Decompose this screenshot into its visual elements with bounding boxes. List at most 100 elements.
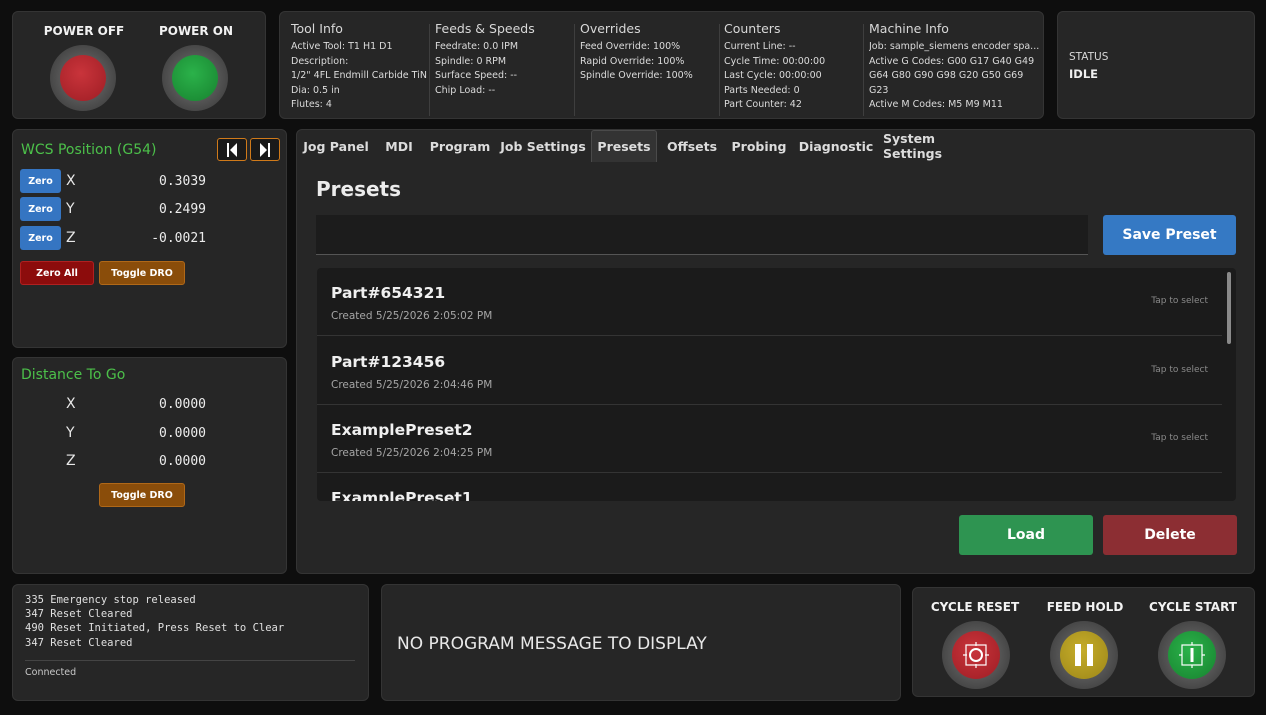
counters-heading: Counters: [724, 21, 781, 36]
machine-info-line: G23: [869, 84, 889, 96]
feeds-line: Feedrate: 0.0 IPM: [435, 41, 519, 52]
dtg-value-z: 0.0000: [159, 454, 206, 469]
cycle-start-label: CYCLE START: [1149, 600, 1237, 614]
tab-probing[interactable]: Probing: [729, 130, 789, 162]
machine-info-line: G64 G80 G90 G98 G20 G50 G69: [869, 70, 1024, 81]
tap-hint: Tap to select: [1151, 296, 1208, 306]
feeds-line: Spindle: 0 RPM: [435, 55, 507, 67]
wcs-panel: WCS Position (G54) Zero X 0.3039 Zero Y …: [12, 129, 287, 348]
wcs-axis-x: X: [66, 173, 76, 189]
overrides: Overrides Feed Override: 100% Rapid Over…: [580, 21, 718, 84]
program-message: NO PROGRAM MESSAGE TO DISPLAY: [397, 634, 707, 654]
divider: [25, 660, 355, 661]
power-panel: POWER OFF POWER ON: [12, 11, 266, 119]
feed-hold-button[interactable]: [1050, 621, 1118, 689]
pause-icon: [1075, 644, 1093, 666]
overrides-heading: Overrides: [580, 21, 641, 36]
tab-system-settings[interactable]: System Settings: [883, 130, 987, 162]
feeds-line: Surface Speed: --: [435, 70, 518, 81]
tab-presets[interactable]: Presets: [591, 130, 657, 162]
counters-line: Last Cycle: 00:00:00: [724, 70, 822, 81]
tool-info-heading: Tool Info: [291, 21, 343, 36]
log-line: 335 Emergency stop released: [25, 594, 196, 606]
list-item[interactable]: Part#123456 Created 5/25/2026 2:04:46 PM…: [317, 337, 1222, 405]
tab-bar: Jog Panel MDI Program Job Settings Prese…: [297, 130, 1254, 162]
preset-name-input[interactable]: [316, 215, 1088, 255]
power-off-button[interactable]: [50, 45, 116, 111]
dtg-axis-x: X: [66, 396, 76, 412]
counters-line: Part Counter: 42: [724, 99, 802, 110]
dtg-value-x: 0.0000: [159, 397, 206, 412]
load-button[interactable]: Load: [959, 515, 1093, 555]
log-line: 347 Reset Cleared: [25, 636, 133, 649]
log-lines: 335 Emergency stop released 347 Reset Cl…: [25, 593, 284, 650]
toggle-dro-button[interactable]: Toggle DRO: [99, 483, 185, 507]
info-panel: Tool Info Active Tool: T1 H1 D1 Descript…: [279, 11, 1044, 119]
tab-offsets[interactable]: Offsets: [663, 130, 721, 162]
power-on-button[interactable]: [162, 45, 228, 111]
divider: [719, 24, 720, 116]
start-icon: [1179, 642, 1205, 668]
overrides-line: Feed Override: 100%: [580, 41, 681, 52]
preset-created: Created 5/25/2026 2:05:02 PM: [331, 310, 493, 322]
preset-name: ExamplePreset2: [331, 421, 473, 439]
distance-to-go-panel: Distance To Go X 0.0000 Y 0.0000 Z 0.000…: [12, 357, 287, 574]
log-line: 490 Reset Initiated, Press Reset to Clea…: [25, 622, 285, 635]
machine-info-line: Active M Codes: M5 M9 M11: [869, 99, 1003, 110]
machine-info: Machine Info Job: sample_siemens encoder…: [869, 21, 1041, 113]
zero-all-button[interactable]: Zero All: [20, 261, 94, 285]
wcs-prev-button[interactable]: [217, 138, 247, 161]
wcs-title: WCS Position (G54): [21, 142, 157, 158]
tap-hint: Tap to select: [1151, 365, 1208, 375]
chevron-right-icon: [260, 142, 270, 157]
counters-line: Cycle Time: 00:00:00: [724, 55, 826, 67]
reset-icon: [963, 642, 989, 668]
status-label: STATUS: [1069, 51, 1109, 63]
delete-button[interactable]: Delete: [1103, 515, 1237, 555]
tab-jog-panel[interactable]: Jog Panel: [301, 130, 371, 162]
list-item[interactable]: ExamplePreset1: [317, 473, 1222, 501]
tool-info-line: Description:: [291, 55, 349, 67]
counters-line: Parts Needed: 0: [724, 84, 800, 96]
tab-diagnostic[interactable]: Diagnostic: [799, 130, 874, 162]
cycle-reset-button[interactable]: [942, 621, 1010, 689]
dtg-axis-z: Z: [66, 453, 76, 469]
wcs-axis-y: Y: [66, 201, 75, 217]
preset-name: Part#123456: [331, 353, 446, 371]
list-item[interactable]: Part#654321 Created 5/25/2026 2:05:02 PM…: [317, 268, 1222, 336]
zero-x-button[interactable]: Zero: [20, 169, 61, 193]
preset-name: ExamplePreset1: [331, 489, 473, 501]
counters: Counters Current Line: -- Cycle Time: 00…: [724, 21, 862, 113]
tab-program[interactable]: Program: [427, 130, 493, 162]
save-preset-button[interactable]: Save Preset: [1103, 215, 1236, 255]
tool-info-line: Dia: 0.5 in: [291, 84, 340, 96]
wcs-axis-z: Z: [66, 230, 76, 246]
main-panel: Jog Panel MDI Program Job Settings Prese…: [296, 129, 1255, 574]
zero-z-button[interactable]: Zero: [20, 226, 61, 250]
zero-y-button[interactable]: Zero: [20, 197, 61, 221]
feeds-heading: Feeds & Speeds: [435, 21, 535, 36]
divider: [863, 24, 864, 116]
status-value: IDLE: [1069, 67, 1099, 81]
tap-hint: Tap to select: [1151, 433, 1208, 443]
distance-to-go-title: Distance To Go: [21, 367, 126, 383]
wcs-value-y: 0.2499: [159, 202, 206, 217]
feeds-speeds: Feeds & Speeds Feedrate: 0.0 IPM Spindle…: [435, 21, 573, 98]
preset-list[interactable]: Part#654321 Created 5/25/2026 2:05:02 PM…: [317, 268, 1236, 501]
tool-info-line: Flutes: 4: [291, 99, 332, 110]
feed-hold-label: FEED HOLD: [1046, 600, 1124, 614]
tab-mdi[interactable]: MDI: [377, 130, 421, 162]
list-item[interactable]: ExamplePreset2 Created 5/25/2026 2:04:25…: [317, 405, 1222, 473]
list-scrollbar[interactable]: [1227, 272, 1231, 344]
cycle-reset-label: CYCLE RESET: [930, 600, 1020, 614]
cycle-start-button[interactable]: [1158, 621, 1226, 689]
divider: [429, 24, 430, 116]
wcs-next-button[interactable]: [250, 138, 280, 161]
divider: [574, 24, 575, 116]
tool-info: Tool Info Active Tool: T1 H1 D1 Descript…: [291, 21, 431, 113]
tab-job-settings[interactable]: Job Settings: [499, 130, 587, 162]
toggle-dro-button[interactable]: Toggle DRO: [99, 261, 185, 285]
presets-heading: Presets: [316, 177, 402, 201]
wcs-value-z: -0.0021: [151, 231, 206, 246]
dtg-value-y: 0.0000: [159, 426, 206, 441]
